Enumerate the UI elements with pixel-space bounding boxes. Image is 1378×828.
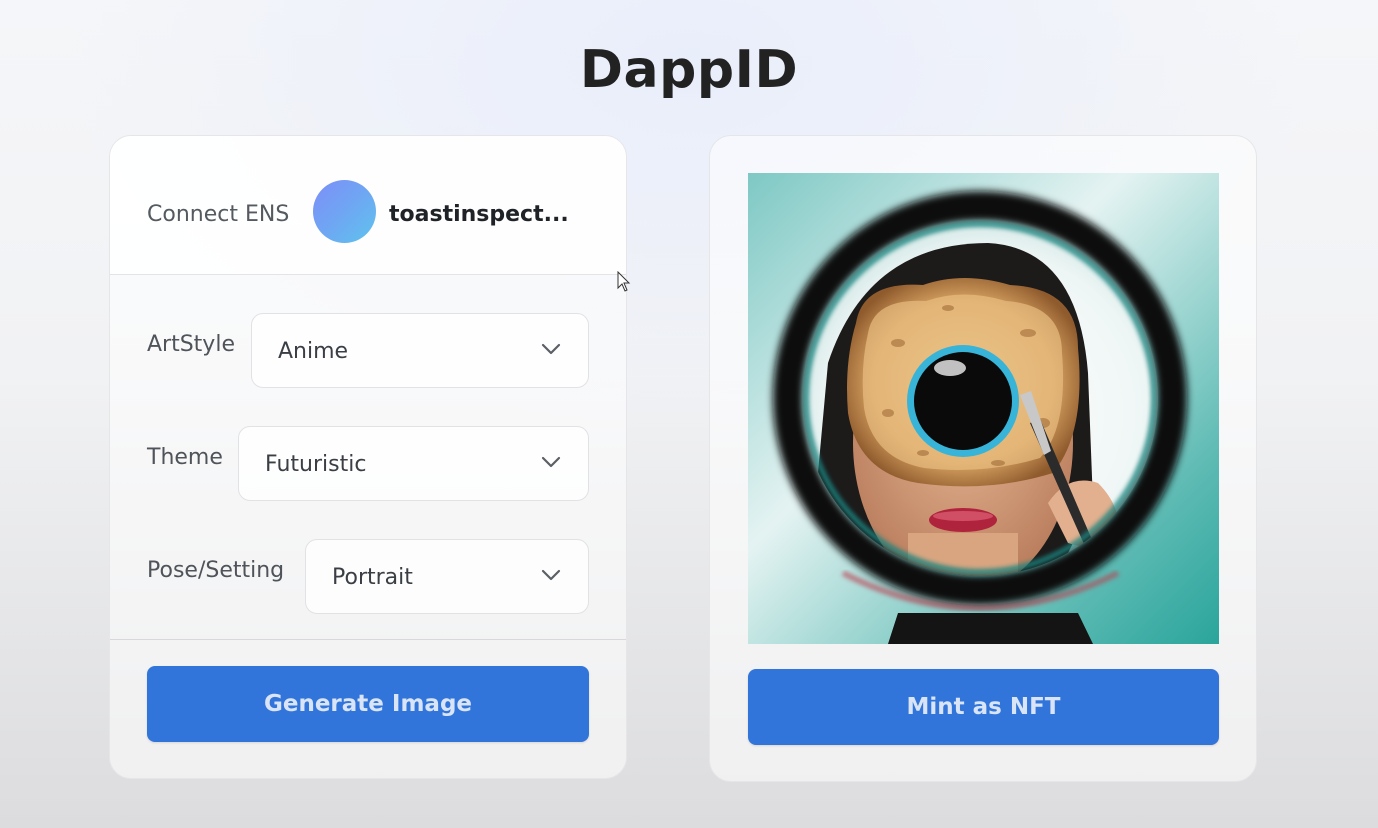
mint-nft-button[interactable]: Mint as NFT	[748, 669, 1219, 745]
preview-panel: Mint as NFT	[709, 135, 1257, 782]
ens-connect-row[interactable]: Connect ENS toastinspect...	[110, 136, 626, 275]
theme-label: Theme	[147, 445, 223, 470]
artstyle-value: Anime	[278, 339, 349, 364]
artstyle-select[interactable]: Anime	[251, 313, 589, 388]
ens-avatar[interactable]	[313, 180, 376, 243]
ens-name: toastinspect...	[389, 202, 569, 227]
generate-image-button[interactable]: Generate Image	[147, 666, 589, 742]
pose-setting-value: Portrait	[332, 565, 413, 590]
app-title: DappID	[579, 40, 799, 100]
connect-ens-label: Connect ENS	[147, 202, 290, 227]
panel-divider	[110, 639, 626, 640]
chevron-down-icon	[541, 569, 561, 581]
generator-panel: Connect ENS toastinspect... ArtStyle Ani…	[109, 135, 627, 779]
theme-value: Futuristic	[265, 452, 367, 477]
mouse-pointer-icon	[617, 271, 631, 292]
generated-image	[748, 173, 1219, 644]
chevron-down-icon	[541, 456, 561, 468]
pose-setting-select[interactable]: Portrait	[305, 539, 589, 614]
theme-select[interactable]: Futuristic	[238, 426, 589, 501]
artstyle-label: ArtStyle	[147, 332, 235, 357]
pose-setting-label: Pose/Setting	[147, 558, 285, 583]
chevron-down-icon	[541, 343, 561, 355]
